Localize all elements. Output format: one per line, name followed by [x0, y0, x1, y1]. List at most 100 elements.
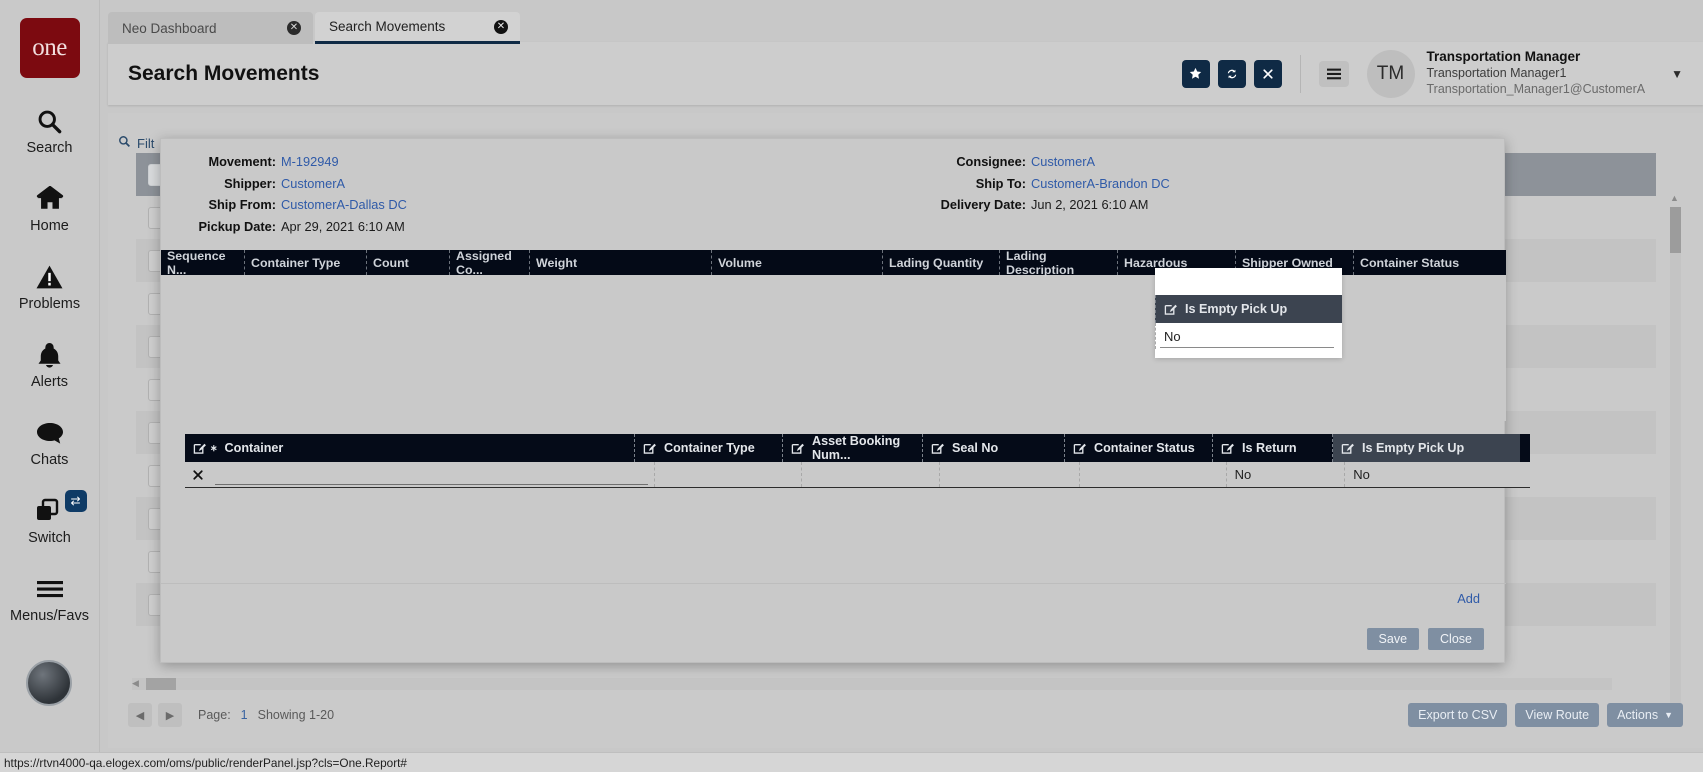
- column-header[interactable]: Seal No: [923, 434, 1065, 462]
- chevron-down-icon[interactable]: ▼: [1671, 67, 1683, 81]
- header-menu-button[interactable]: [1318, 60, 1349, 87]
- chevron-up-icon[interactable]: ▲: [1670, 193, 1679, 203]
- column-header[interactable]: Container Status: [1065, 434, 1213, 462]
- user-username: Transportation Manager1: [1426, 66, 1567, 81]
- column-header-label: Count: [373, 255, 409, 270]
- close-circle-icon[interactable]: ✕: [494, 19, 508, 34]
- table-cell[interactable]: No: [1345, 462, 1530, 487]
- table-cell[interactable]: [1080, 462, 1227, 487]
- column-header[interactable]: Assigned Co...: [450, 249, 530, 277]
- column-header[interactable]: Count: [367, 250, 450, 275]
- field-label: Shipper:: [224, 175, 276, 191]
- next-page-button[interactable]: ▶: [158, 703, 182, 727]
- chevron-left-icon[interactable]: ◀: [132, 678, 139, 689]
- header-divider: [1299, 54, 1301, 93]
- column-header[interactable]: Lading Description: [1000, 249, 1118, 277]
- column-header[interactable]: Lading Quantity: [883, 250, 1000, 275]
- refresh-button[interactable]: [1217, 59, 1246, 88]
- column-header[interactable]: ∗ Container: [185, 434, 635, 462]
- scrollbar-thumb[interactable]: [1670, 207, 1681, 253]
- table-cell[interactable]: [802, 462, 940, 487]
- page-header: Search Movements TM Transportation Manag…: [108, 42, 1703, 105]
- column-header[interactable]: Container Status: [1354, 250, 1486, 275]
- vertical-scrollbar[interactable]: ▲ ▼: [1670, 193, 1681, 721]
- close-button[interactable]: Close: [1428, 628, 1484, 650]
- user-display-name: Transportation Manager: [1426, 49, 1581, 65]
- sidebar-item-problems[interactable]: Problems: [0, 260, 100, 312]
- tab-search-movements[interactable]: Search Movements ✕: [315, 12, 520, 44]
- column-header[interactable]: Container Type: [245, 250, 367, 275]
- export-to-csv-button[interactable]: Export to CSV: [1408, 703, 1508, 727]
- page-label: Page:: [198, 708, 231, 722]
- ship-to-link[interactable]: CustomerA-Brandon DC: [1031, 176, 1170, 191]
- field-label: Consignee:: [956, 154, 1026, 170]
- column-header-label: Container Status: [1360, 255, 1460, 270]
- table-row[interactable]: No No: [185, 462, 1530, 488]
- popup-column-header[interactable]: Is Empty Pick Up: [1155, 295, 1342, 323]
- sidebar-item-search[interactable]: Search: [0, 104, 100, 156]
- avatar[interactable]: TM: [1366, 49, 1415, 98]
- delete-row-button[interactable]: [185, 462, 211, 487]
- shipper-link[interactable]: CustomerA: [281, 176, 345, 191]
- x-icon: [193, 469, 203, 480]
- sidebar-item-label: Alerts: [30, 374, 69, 390]
- cell-value: No: [1353, 467, 1370, 482]
- column-header-label: Lading Quantity: [889, 255, 984, 270]
- movement-link[interactable]: M-192949: [281, 154, 339, 169]
- view-route-button[interactable]: View Route: [1515, 703, 1600, 727]
- globe-icon[interactable]: [26, 660, 72, 706]
- sidebar-item-menus-favs[interactable]: Menus/Favs: [0, 572, 100, 624]
- sidebar-item-switch[interactable]: ⇄ Switch: [0, 490, 100, 546]
- pencil-square-icon: [1341, 441, 1355, 455]
- sidebar-item-label: Menus/Favs: [10, 608, 89, 624]
- save-button[interactable]: Save: [1366, 628, 1420, 650]
- container-input[interactable]: [211, 462, 656, 487]
- column-header-label: Volume: [718, 255, 762, 270]
- sidebar-item-chats[interactable]: Chats: [0, 416, 100, 468]
- column-header[interactable]: Asset Booking Num...: [783, 434, 923, 462]
- table-cell[interactable]: No: [1227, 462, 1346, 487]
- scrollbar-thumb[interactable]: [146, 678, 176, 690]
- horizontal-scrollbar[interactable]: ◀: [132, 678, 1612, 690]
- column-header[interactable]: Weight: [530, 250, 712, 275]
- column-header-label: Seal No: [952, 441, 999, 455]
- column-header[interactable]: Is Empty Pick Up: [1333, 434, 1520, 462]
- refresh-icon: [1227, 69, 1236, 78]
- swap-arrows-icon[interactable]: ⇄: [64, 490, 87, 512]
- is-empty-pickup-value: No: [1164, 328, 1181, 344]
- column-header[interactable]: Volume: [712, 250, 883, 275]
- column-header[interactable]: Is Return: [1213, 434, 1333, 462]
- prev-page-button[interactable]: ◀: [128, 703, 152, 727]
- filter-bar[interactable]: Filt: [118, 135, 154, 151]
- consignee-link[interactable]: CustomerA: [1031, 154, 1095, 169]
- column-header-label: Weight: [536, 255, 578, 270]
- sidebar-item-home[interactable]: Home: [0, 182, 100, 234]
- bell-icon: [37, 338, 62, 372]
- container-edit-modal: Movement: M-192949 Shipper: CustomerA Sh…: [160, 138, 1530, 663]
- field-label: Pickup Date:: [198, 218, 276, 234]
- summary-field-shipper: Shipper: CustomerA: [161, 173, 761, 195]
- close-button[interactable]: [1253, 59, 1282, 88]
- tab-neo-dashboard[interactable]: Neo Dashboard ✕: [108, 12, 313, 44]
- column-header[interactable]: Sequence N...: [161, 249, 245, 277]
- sidebar-item-alerts[interactable]: Alerts: [0, 338, 100, 390]
- favorite-button[interactable]: [1181, 59, 1210, 88]
- actions-button[interactable]: Actions ▼: [1607, 703, 1683, 727]
- app-logo[interactable]: one: [19, 18, 80, 78]
- page-title: Search Movements: [128, 61, 320, 85]
- page-number[interactable]: 1: [241, 708, 248, 722]
- ship-from-link[interactable]: CustomerA-Dallas DC: [281, 197, 407, 212]
- sidebar-item-label: Home: [30, 218, 69, 234]
- warning-triangle-icon: [36, 260, 63, 294]
- column-header-label: Container Type: [664, 441, 755, 455]
- movement-summary: Movement: M-192949 Shipper: CustomerA Sh…: [161, 139, 1504, 239]
- summary-field-ship-from: Ship From: CustomerA-Dallas DC: [161, 194, 761, 216]
- table-cell[interactable]: [940, 462, 1081, 487]
- results-footer: ◀ ▶ Page: 1 Showing 1-20 Export to CSV V…: [128, 700, 1683, 730]
- column-header[interactable]: Container Type: [635, 434, 783, 462]
- results-footer-actions: Export to CSV View Route Actions ▼: [1400, 703, 1683, 727]
- is-empty-pickup-select[interactable]: No: [1155, 323, 1342, 349]
- table-cell[interactable]: [655, 462, 802, 487]
- close-circle-icon[interactable]: ✕: [287, 21, 301, 35]
- add-row-link[interactable]: Add: [1457, 591, 1480, 606]
